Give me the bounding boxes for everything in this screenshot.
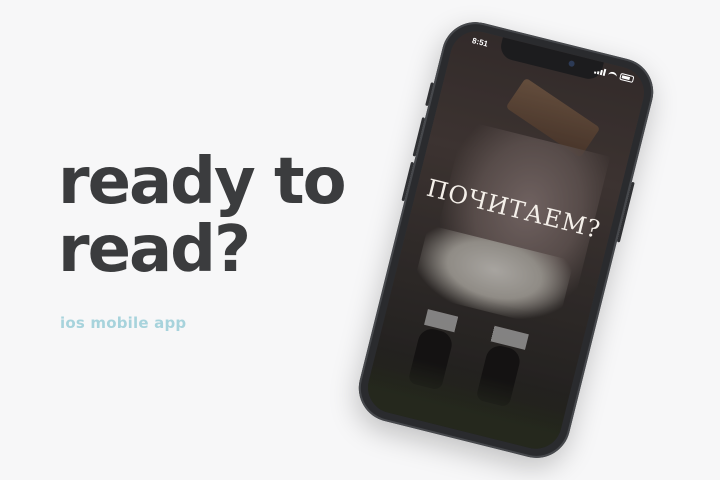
phone-frame: 8:51 ПОЧИТАЕМ? xyxy=(351,14,661,466)
headline-line-2: read? xyxy=(58,213,251,287)
phone-mockup: 8:51 ПОЧИТАЕМ? xyxy=(351,14,661,466)
volume-down-button xyxy=(401,161,415,202)
headline-line-1: ready to xyxy=(58,145,347,219)
mute-switch xyxy=(425,82,434,107)
hero-headline: ready to read? xyxy=(58,145,347,287)
camera-icon xyxy=(567,59,576,68)
app-screen[interactable]: 8:51 ПОЧИТАЕМ? xyxy=(362,25,650,455)
hero-subtitle: ios mobile app xyxy=(60,314,187,332)
volume-up-button xyxy=(412,117,426,157)
